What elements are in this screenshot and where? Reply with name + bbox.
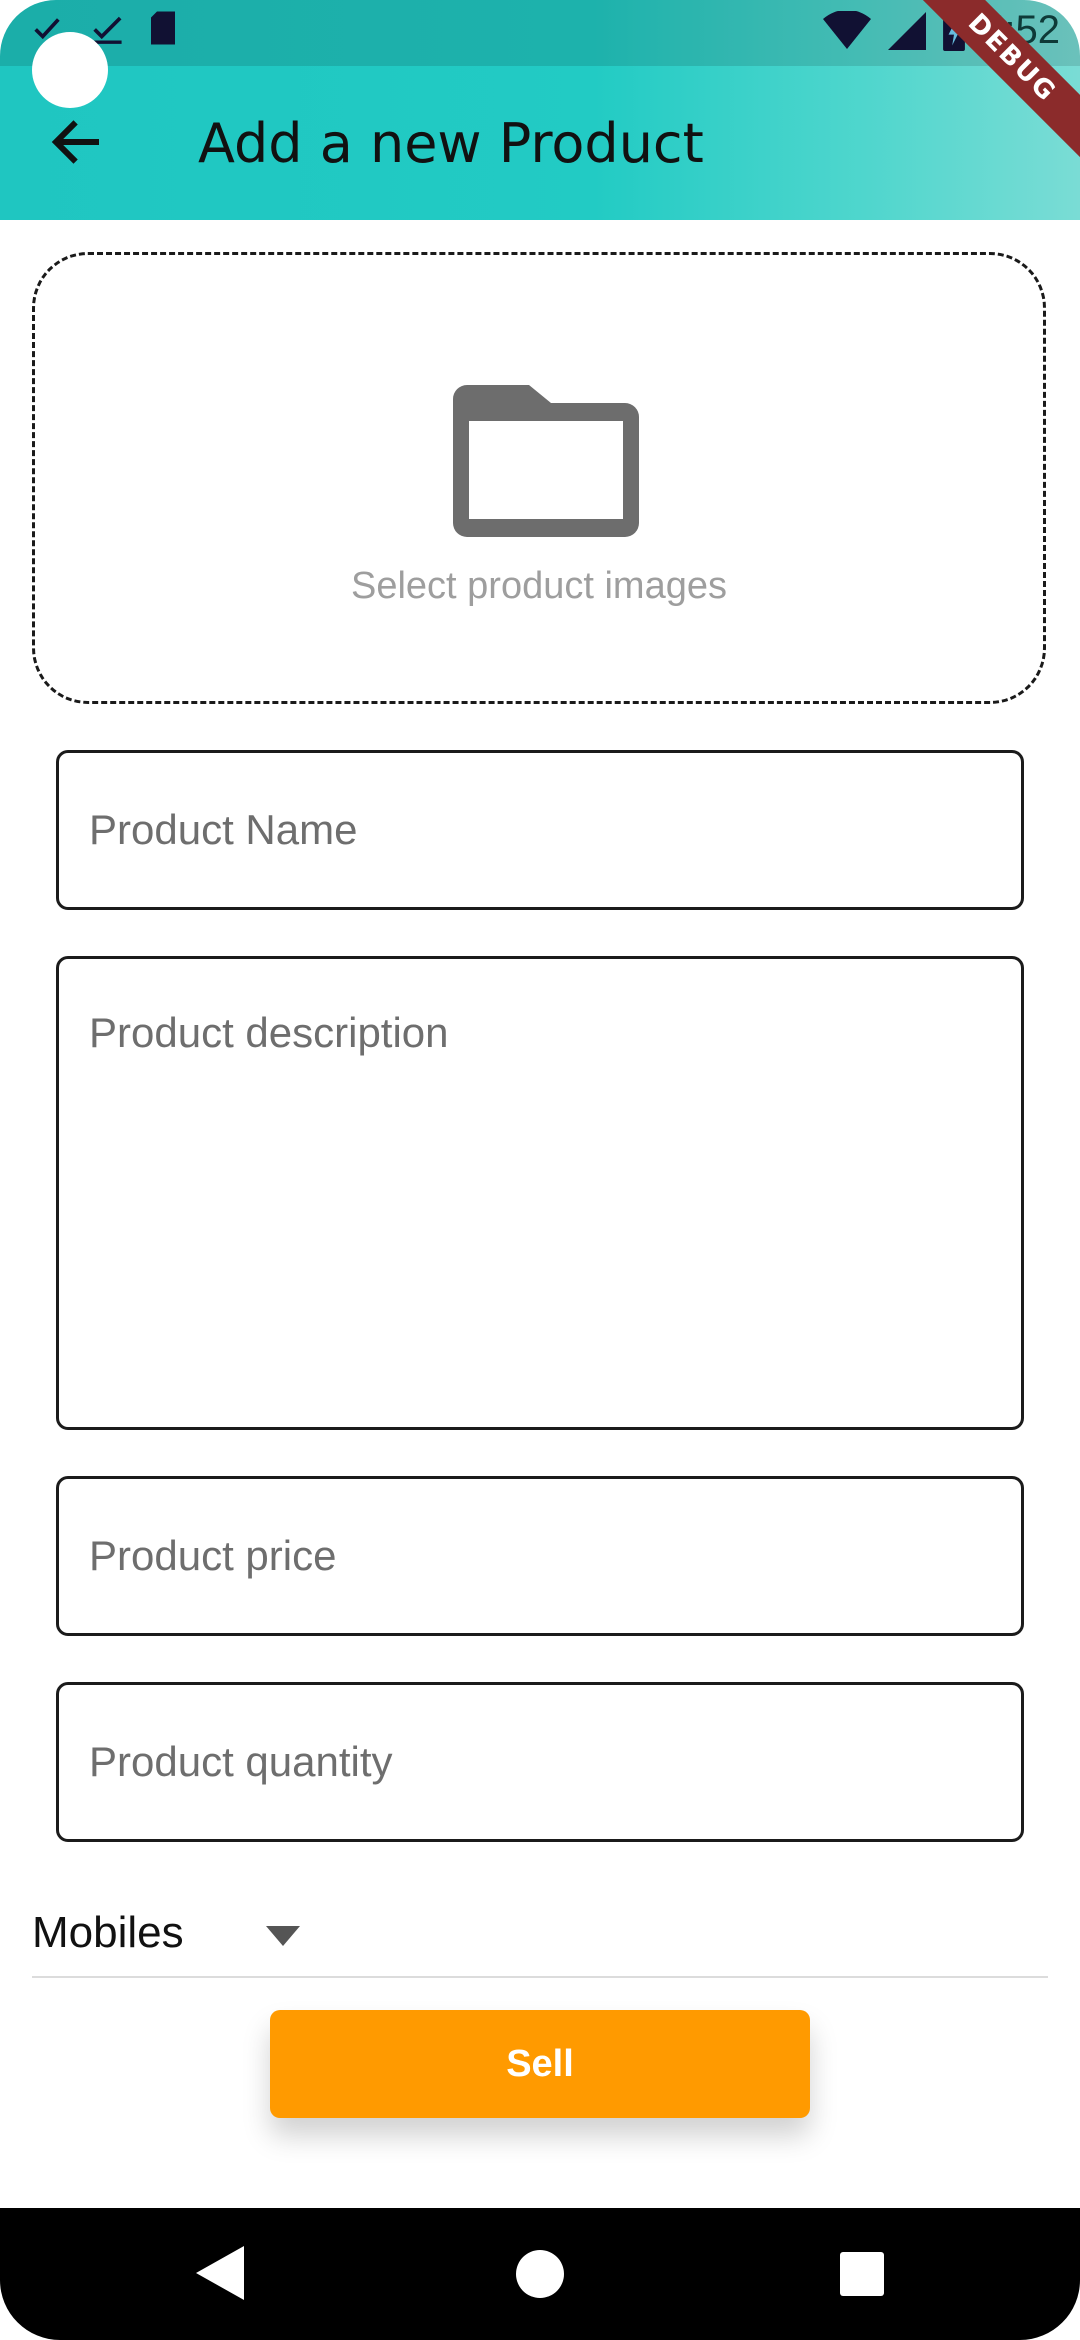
status-bar: 5:52 bbox=[0, 0, 1080, 66]
nav-back-icon[interactable] bbox=[196, 2246, 244, 2300]
camera-cutout bbox=[32, 32, 108, 108]
nav-home-icon[interactable] bbox=[516, 2250, 564, 2298]
image-picker[interactable]: Select product images bbox=[32, 252, 1046, 704]
product-quantity-input[interactable] bbox=[59, 1685, 1021, 1839]
product-price-field[interactable] bbox=[56, 1476, 1024, 1636]
product-description-input[interactable] bbox=[59, 959, 1021, 1427]
sell-button[interactable]: Sell bbox=[270, 2010, 810, 2118]
app-bar: 5:52 DEBUG Add a new Product bbox=[0, 0, 1080, 220]
system-nav-bar bbox=[0, 2208, 1080, 2340]
wifi-icon bbox=[823, 10, 872, 49]
arrow-drop-down-icon bbox=[266, 1926, 300, 1946]
arrow-back-icon[interactable] bbox=[46, 112, 106, 172]
folder-icon bbox=[453, 385, 639, 537]
product-quantity-field[interactable] bbox=[56, 1682, 1024, 1842]
image-picker-label: Select product images bbox=[351, 565, 727, 607]
product-name-input[interactable] bbox=[59, 753, 1021, 907]
page-title: Add a new Product bbox=[198, 112, 704, 175]
category-dropdown[interactable]: Mobiles bbox=[32, 1900, 1048, 1978]
product-price-input[interactable] bbox=[59, 1479, 1021, 1633]
category-selected: Mobiles bbox=[32, 1908, 184, 1957]
signal-icon bbox=[888, 11, 927, 50]
product-name-field[interactable] bbox=[56, 750, 1024, 910]
nav-recents-icon[interactable] bbox=[840, 2252, 884, 2296]
sd-card-icon bbox=[151, 11, 175, 45]
product-description-field[interactable] bbox=[56, 956, 1024, 1430]
